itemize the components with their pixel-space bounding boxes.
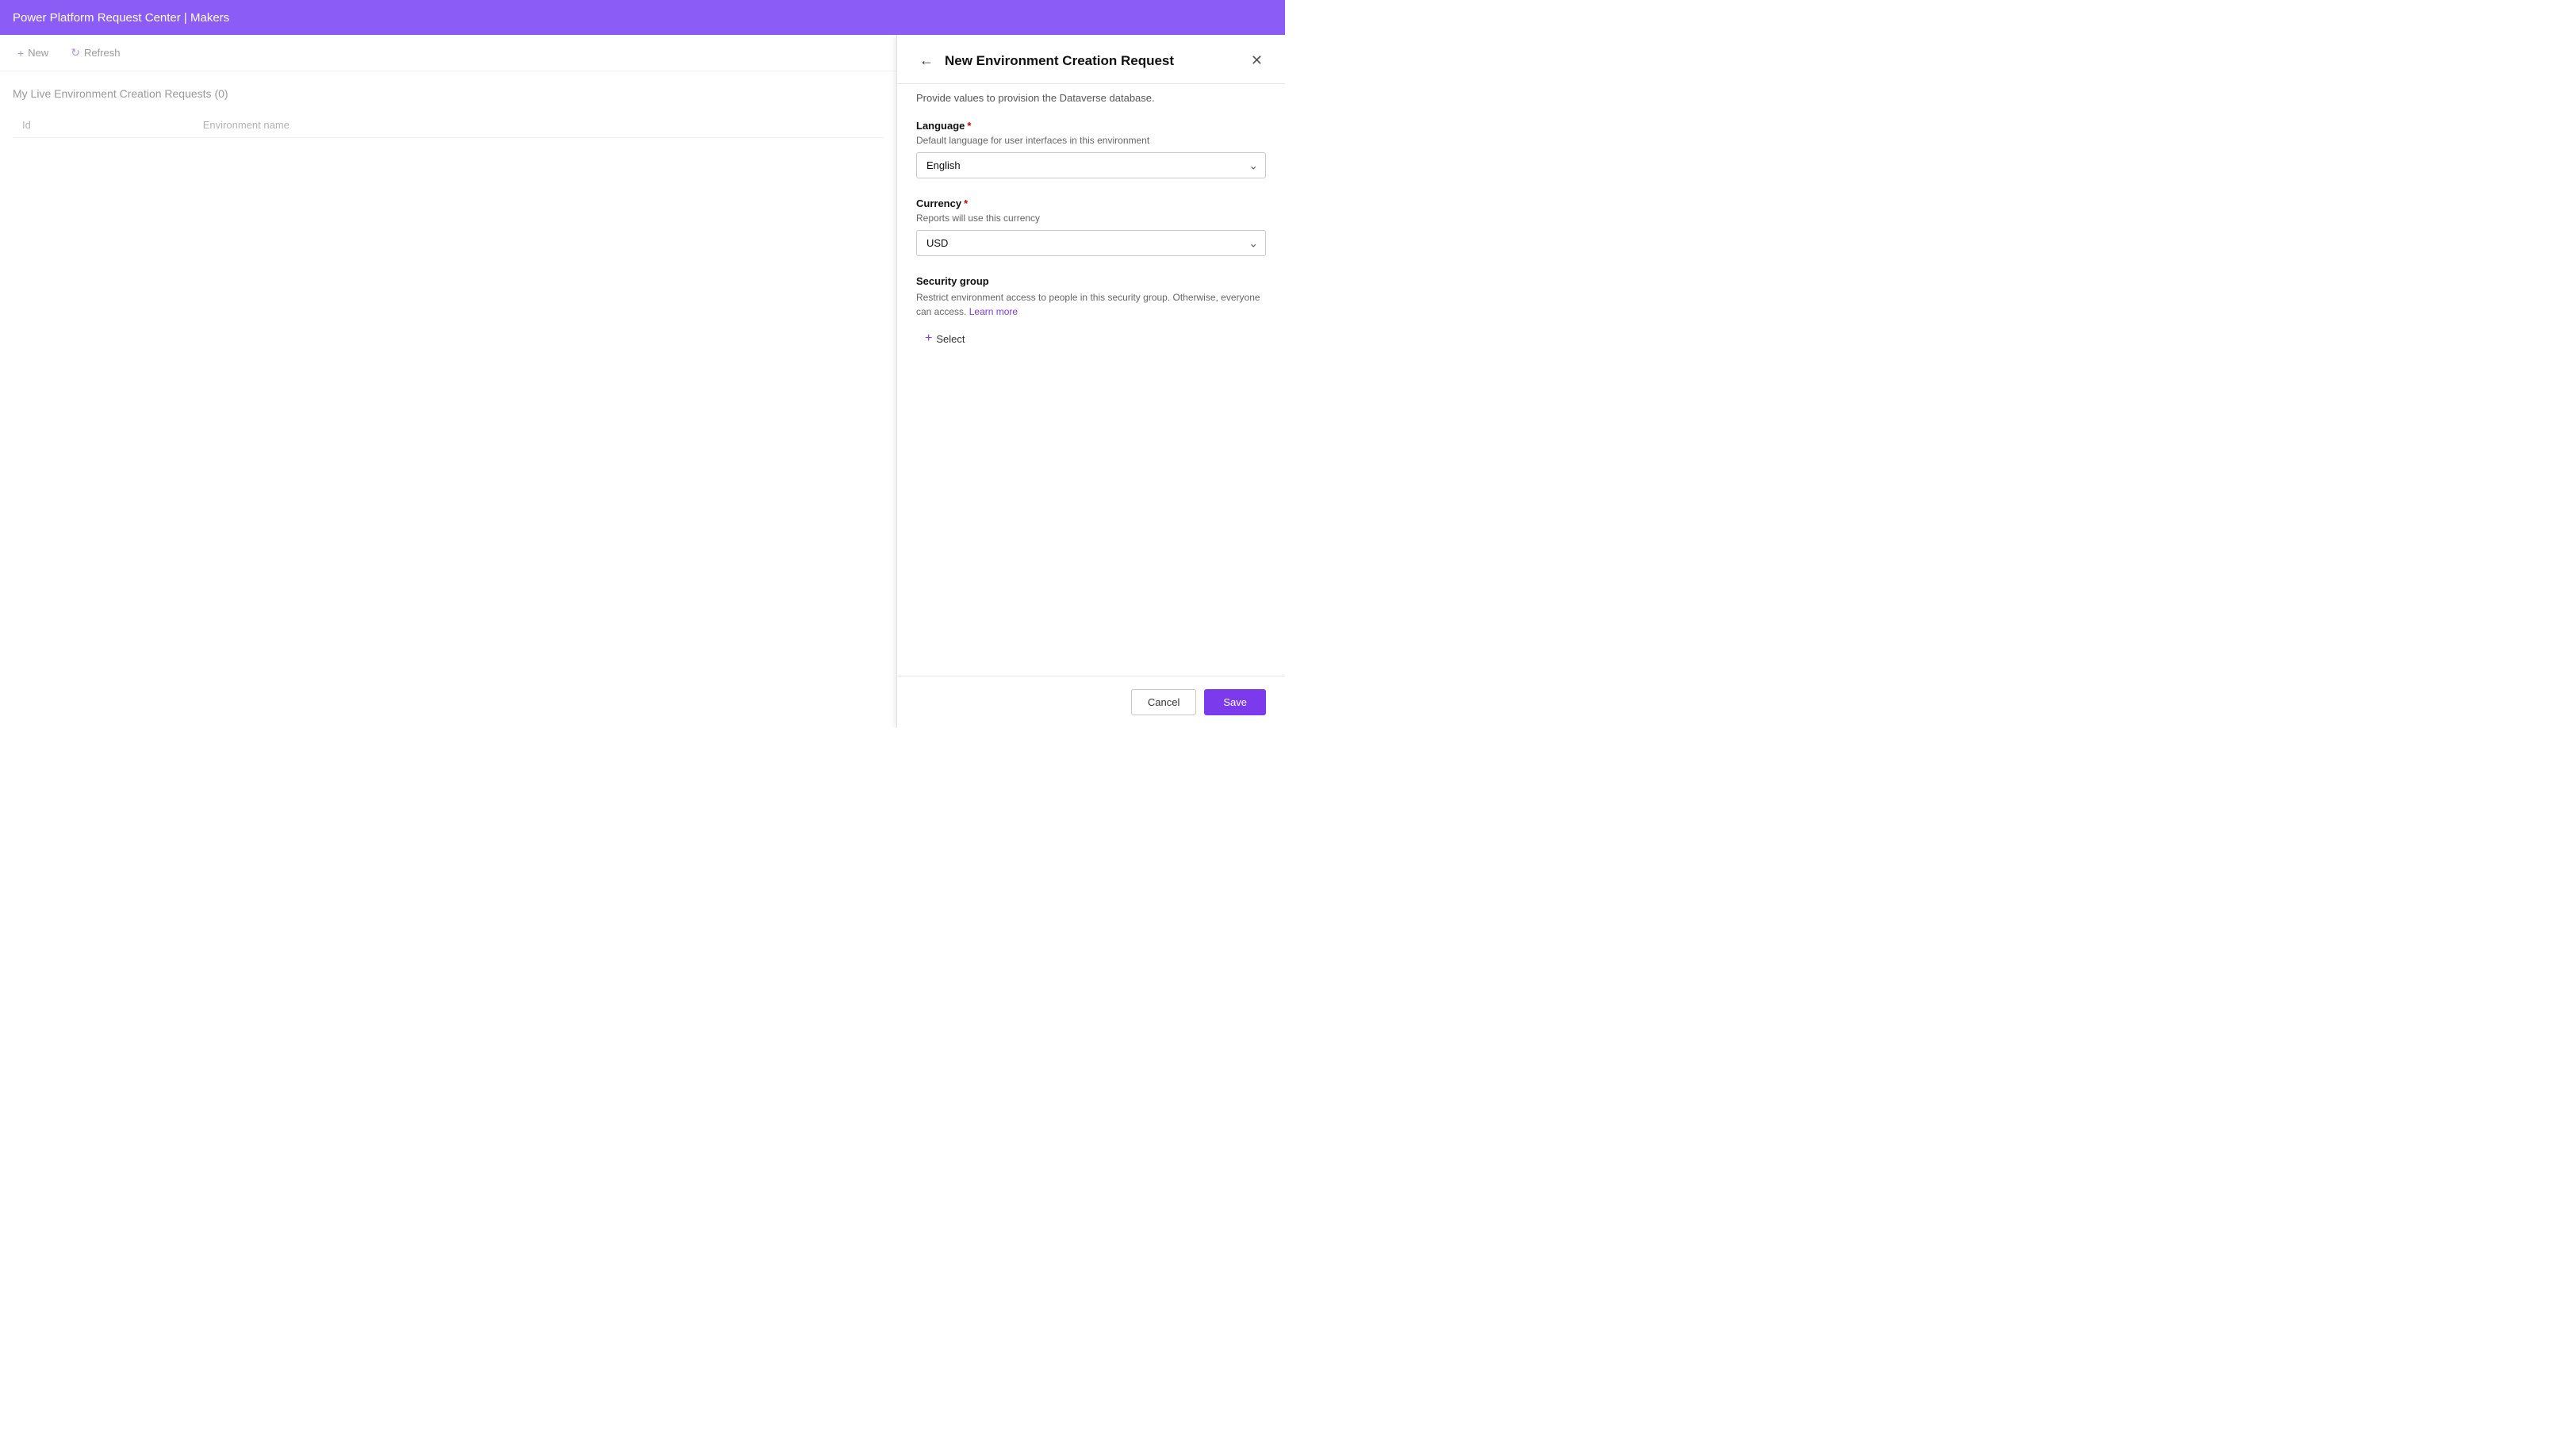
requests-table: Id Environment name (13, 113, 884, 138)
language-description: Default language for user interfaces in … (916, 135, 1266, 146)
currency-select-wrapper: USD EUR GBP JPY ⌄ (916, 230, 1266, 256)
currency-group: Currency * Reports will use this currenc… (916, 197, 1266, 256)
panel-body: Language * Default language for user int… (897, 104, 1285, 676)
select-security-group-label: Select (936, 333, 965, 345)
back-button[interactable]: ← (916, 51, 937, 71)
col-env-name: Environment name (194, 113, 884, 138)
right-panel: ← New Environment Creation Request ✕ Pro… (896, 35, 1285, 728)
panel-title: New Environment Creation Request (945, 53, 1174, 69)
app-header: Power Platform Request Center | Makers (0, 0, 1285, 35)
panel-footer: Cancel Save (897, 676, 1285, 728)
language-select-wrapper: English French German Spanish ⌄ (916, 152, 1266, 178)
cancel-button[interactable]: Cancel (1131, 689, 1196, 715)
currency-description: Reports will use this currency (916, 213, 1266, 224)
learn-more-link[interactable]: Learn more (969, 306, 1018, 317)
panel-header-left: ← New Environment Creation Request (916, 51, 1174, 71)
left-panel: + New ↻ Refresh My Live Environment Crea… (0, 35, 896, 728)
new-button-label: New (28, 47, 48, 59)
panel-subtitle: Provide values to provision the Datavers… (897, 84, 1285, 104)
language-label: Language * (916, 120, 1266, 132)
security-group-description: Restrict environment access to people in… (916, 290, 1266, 319)
language-group: Language * Default language for user int… (916, 120, 1266, 178)
select-security-group-button[interactable]: + Select (916, 327, 973, 351)
language-select[interactable]: English French German Spanish (916, 152, 1266, 178)
toolbar: + New ↻ Refresh (0, 35, 896, 71)
close-button[interactable]: ✕ (1248, 51, 1266, 71)
app-title: Power Platform Request Center | Makers (13, 11, 229, 25)
refresh-icon: ↻ (71, 46, 80, 59)
new-button[interactable]: + New (10, 42, 56, 64)
content-area: My Live Environment Creation Requests (0… (0, 71, 896, 728)
refresh-button[interactable]: ↻ Refresh (63, 41, 128, 64)
refresh-button-label: Refresh (84, 47, 121, 59)
plus-icon: + (925, 332, 932, 345)
section-title: My Live Environment Creation Requests (0… (13, 87, 884, 100)
language-required: * (967, 120, 971, 132)
table-header-row: Id Environment name (13, 113, 884, 138)
security-group-group: Security group Restrict environment acce… (916, 275, 1266, 351)
currency-select[interactable]: USD EUR GBP JPY (916, 230, 1266, 256)
plus-icon: + (17, 47, 24, 59)
save-button[interactable]: Save (1204, 689, 1266, 715)
security-group-label: Security group (916, 275, 1266, 287)
currency-required: * (964, 197, 968, 209)
main-layout: + New ↻ Refresh My Live Environment Crea… (0, 35, 1285, 728)
currency-label: Currency * (916, 197, 1266, 209)
col-id: Id (13, 113, 194, 138)
panel-header: ← New Environment Creation Request ✕ (897, 35, 1285, 84)
